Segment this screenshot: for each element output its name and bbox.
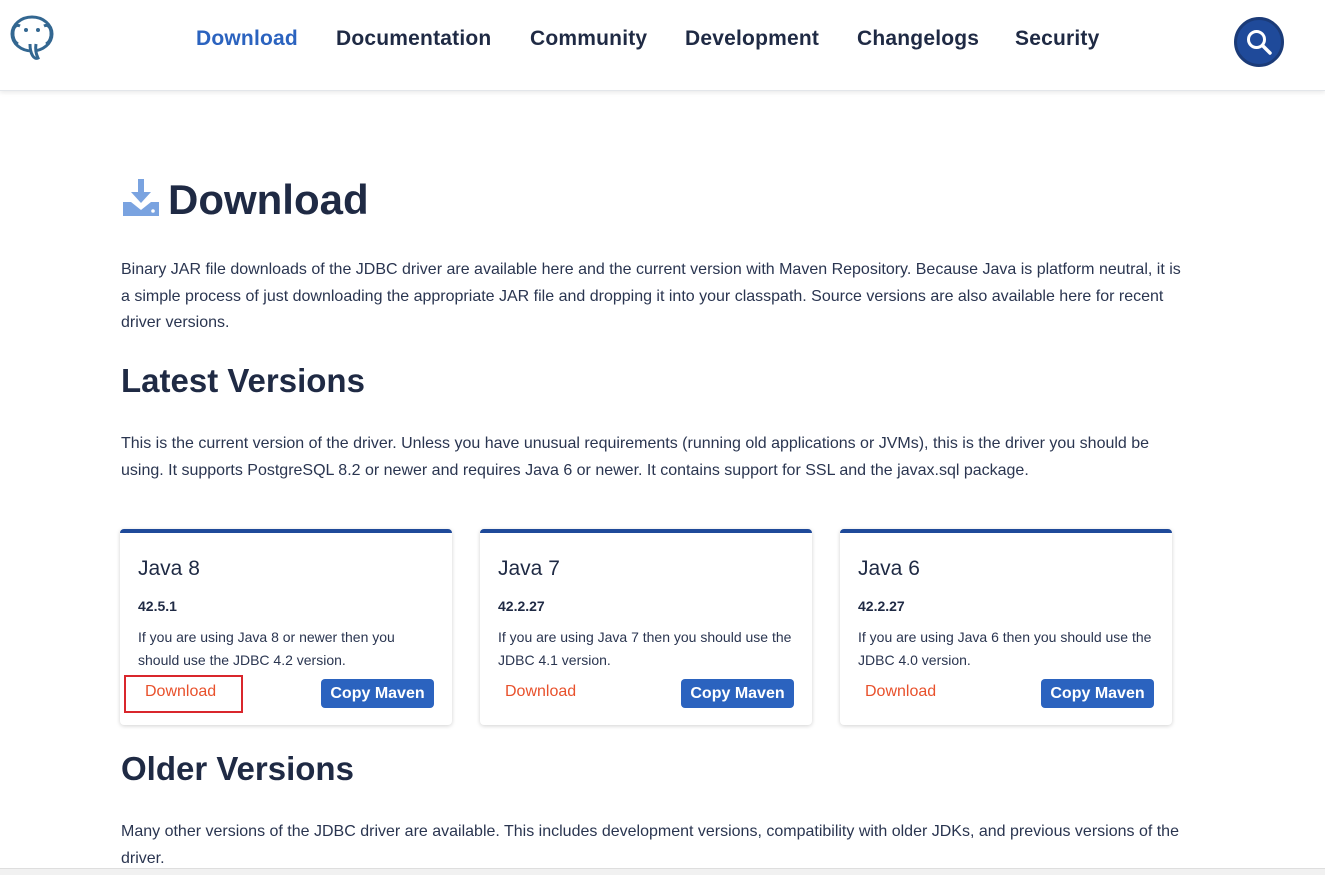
main-nav: Download Documentation Community Develop…: [0, 0, 1325, 84]
copy-maven-button-java7[interactable]: Copy Maven: [681, 679, 794, 708]
card-description: If you are using Java 7 then you should …: [498, 629, 792, 668]
search-button[interactable]: [1234, 17, 1284, 67]
download-icon: [123, 179, 159, 216]
card-version: 42.2.27: [498, 598, 545, 614]
nav-download[interactable]: Download: [196, 27, 298, 51]
nav-development[interactable]: Development: [685, 27, 819, 51]
card-java8: Java 8 42.5.1 If you are using Java 8 or…: [120, 529, 452, 725]
card-description: If you are using Java 6 then you should …: [858, 629, 1152, 668]
card-title: Java 6: [858, 557, 920, 580]
card-title: Java 8: [138, 557, 200, 580]
latest-versions-heading: Latest Versions: [121, 362, 365, 399]
latest-description: This is the current version of the drive…: [121, 435, 1150, 479]
top-navbar: Download Documentation Community Develop…: [0, 0, 1325, 91]
card-java6: Java 6 42.2.27 If you are using Java 6 t…: [840, 529, 1172, 725]
card-title: Java 7: [498, 557, 560, 580]
nav-community[interactable]: Community: [530, 27, 647, 51]
older-description: Many other versions of the JDBC driver a…: [121, 823, 1179, 867]
nav-security[interactable]: Security: [1015, 27, 1099, 51]
copy-maven-button-java8[interactable]: Copy Maven: [321, 679, 434, 708]
card-description: If you are using Java 8 or newer then yo…: [138, 629, 395, 668]
card-java7: Java 7 42.2.27 If you are using Java 7 t…: [480, 529, 812, 725]
download-link-java6[interactable]: Download: [865, 683, 936, 701]
nav-documentation[interactable]: Documentation: [336, 27, 491, 51]
download-link-java7[interactable]: Download: [505, 683, 576, 701]
card-version: 42.2.27: [858, 598, 905, 614]
copy-maven-button-java6[interactable]: Copy Maven: [1041, 679, 1154, 708]
search-icon: [1247, 30, 1272, 55]
page-title-text: Download: [168, 176, 369, 223]
intro-paragraph: Binary JAR file downloads of the JDBC dr…: [121, 261, 1181, 331]
older-versions-heading: Older Versions: [121, 750, 354, 787]
download-link-java8[interactable]: Download: [145, 683, 216, 701]
nav-changelogs[interactable]: Changelogs: [857, 27, 979, 51]
card-version: 42.5.1: [138, 598, 177, 614]
